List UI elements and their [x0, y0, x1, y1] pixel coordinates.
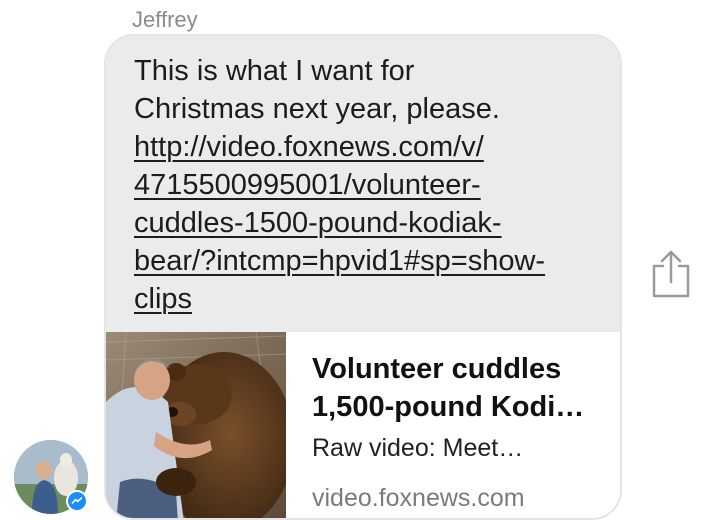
- link-preview-description: Raw video: Meet…: [312, 434, 524, 462]
- messenger-badge: [66, 490, 88, 512]
- message-link-line[interactable]: cuddles-1500-pound-kodiak-: [134, 204, 606, 242]
- messenger-bolt-icon: [71, 497, 83, 504]
- link-preview-title-line: 1,500-pound Kodi…: [312, 391, 585, 423]
- message-link-line[interactable]: 4715500995001/volunteer-: [134, 166, 606, 204]
- share-icon: [652, 250, 690, 298]
- message-bubble[interactable]: This is what I want for Christmas next y…: [104, 34, 622, 520]
- man-hugging-bear-photo-icon: [106, 332, 286, 518]
- link-preview-thumbnail[interactable]: [106, 332, 286, 518]
- link-preview-title: Volunteer cuddles 1,500-pound Kodi…: [312, 350, 614, 426]
- message-thread: Jeffrey This is what I want for Christma…: [0, 0, 720, 520]
- message-link-line[interactable]: bear/?intcmp=hpvid1#sp=show-: [134, 242, 606, 280]
- message-text-line: Christmas next year, please.: [134, 93, 500, 125]
- message-text-line: This is what I want for: [134, 55, 415, 87]
- message-link-line[interactable]: http://video.foxnews.com/v/: [134, 128, 606, 166]
- sender-name: Jeffrey: [132, 7, 198, 32]
- message-link-line[interactable]: clips: [134, 280, 606, 318]
- link-preview-info[interactable]: Volunteer cuddles 1,500-pound Kodi… Raw …: [286, 332, 620, 518]
- messenger-badge-icon: [68, 492, 86, 510]
- link-preview-card[interactable]: Volunteer cuddles 1,500-pound Kodi… Raw …: [106, 332, 620, 518]
- link-preview-title-line: Volunteer cuddles: [312, 353, 562, 385]
- link-preview-domain: video.foxnews.com: [312, 484, 525, 512]
- share-button[interactable]: [650, 248, 692, 300]
- message-text-area: This is what I want for Christmas next y…: [106, 36, 620, 332]
